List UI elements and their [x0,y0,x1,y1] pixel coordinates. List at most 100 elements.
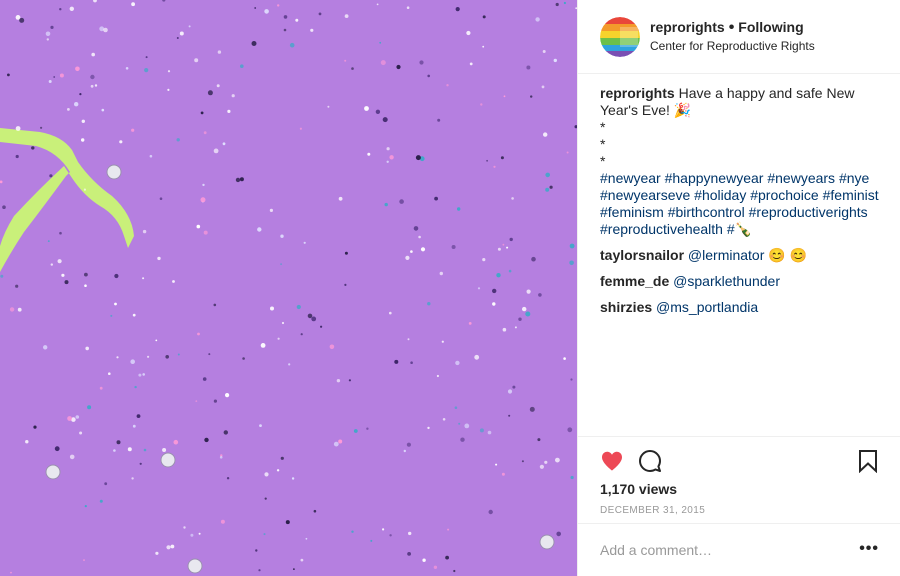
glitter-dot [139,462,142,465]
add-comment-input[interactable] [600,542,840,558]
glitter-dot [389,534,392,537]
glitter-dot [427,426,430,430]
glitter-dot [74,102,79,107]
glitter-dot [407,338,410,341]
comment-username[interactable]: shirzies [600,299,652,315]
glitter-dot [405,255,410,260]
hashtag-link[interactable]: #nye [839,170,869,186]
glitter-dot [333,441,339,447]
comments-section: reprorights Have a happy and safe New Ye… [600,85,880,316]
glitter-dot [131,128,135,132]
glitter-dot [19,17,25,23]
avatar[interactable] [600,16,640,57]
glitter-dot [227,109,231,113]
glitter-dot [344,283,347,286]
comment-username[interactable]: taylorsnailor [600,247,684,263]
hashtag-link[interactable]: #prochoice [750,187,819,203]
glitter-dot [6,73,10,77]
glitter-dot [296,304,301,310]
glitter-dot [327,105,330,108]
glitter-dot [99,499,103,503]
glitter-dot [220,519,225,524]
glitter-dot [276,469,280,472]
glitter-dot [389,311,392,315]
glitter-dot [167,70,171,73]
hashtag-link[interactable]: #birthcontrol [668,204,745,220]
add-comment-bar: ••• [578,523,900,576]
glitter-dot [482,258,486,262]
header-username[interactable]: reprorights [650,19,725,35]
glitter-dot [502,243,505,246]
glitter-dot [208,353,211,356]
glitter-dot [530,95,533,98]
comment-text: @lerminator 😊 😊 [687,247,808,263]
glitter-dot [433,565,438,569]
glitter-dot [155,339,158,342]
glitter-dot [260,343,266,348]
glitter-dot [198,532,201,535]
glitter-dot [307,313,313,319]
glitter-dot [549,185,553,189]
heart-filled-icon[interactable] [600,449,626,475]
glitter-dot [553,58,557,63]
glitter-dot [59,231,62,235]
instagram-post: reprorights • Following Center for Reprodu… [0,0,900,576]
glitter-dot [479,428,484,433]
glitter-dot [264,9,269,14]
hashtag-link[interactable]: #feminism [600,204,664,220]
glitter-dot [543,132,548,137]
glitter-dot [480,103,483,106]
glitter-dot [157,256,161,261]
glitter-dot [0,180,3,184]
glitter-dot [132,313,136,317]
glitter-dot [93,0,97,3]
glitter-dot [280,263,282,265]
hashtag-link[interactable]: #happynewyear [665,170,764,186]
comment-text: @sparklethunder [673,273,780,289]
glitter-dot [482,45,485,48]
glitter-dot [486,159,488,162]
hashtag-link[interactable]: #reproductiverights [749,204,868,220]
hashtag-link[interactable]: #newyearseve [600,187,690,203]
glitter-dot [458,422,461,425]
post-date[interactable]: DECEMBER 31, 2015 [600,505,705,516]
glitter-dot [538,293,542,297]
header-subtitle[interactable]: Center for Reproductive Rights [650,37,815,55]
glitter-dot [280,234,284,238]
glitter-dot [570,378,573,381]
glitter-dot [231,94,235,98]
comment-bubble-icon[interactable] [638,449,664,475]
bookmark-icon[interactable] [856,449,882,475]
glitter-dot [281,321,285,325]
glitter-dot [511,197,514,200]
hashtag-link[interactable]: #holiday [694,187,746,203]
following-button[interactable]: Following [738,19,803,35]
glitter-dot [539,464,545,469]
glitter-dot [57,259,62,264]
hashtag-link[interactable]: #newyear [600,170,661,186]
glitter-dot [61,273,65,277]
glitter-dot [90,84,94,88]
glitter-dot [474,354,480,360]
post-header: reprorights • Following Center for Reprodu… [578,0,900,74]
glitter-dot [386,160,389,163]
glitter-dot [173,439,179,445]
glitter-dot [179,31,184,36]
glitter-dot [145,56,148,59]
comment-username[interactable]: femme_de [600,273,669,289]
glitter-dot [83,559,85,562]
glitter-dot [213,303,217,307]
views-count[interactable]: 1,170 views [600,481,677,497]
glitter-dot [535,17,540,22]
hashtag-link[interactable]: #🍾 [727,221,752,237]
caption-username[interactable]: reprorights [600,85,675,101]
glitter-dot [15,284,19,288]
glitter-dot [451,245,456,249]
post-image[interactable] [0,0,577,576]
hashtag-link[interactable]: #feminist [823,187,879,203]
hashtag-link[interactable]: #reproductivehealth [600,221,723,237]
glitter-dot [104,482,108,486]
hashtag-link[interactable]: #newyears [767,170,835,186]
more-options-icon[interactable]: ••• [859,541,879,557]
glitter-dot [482,15,486,19]
